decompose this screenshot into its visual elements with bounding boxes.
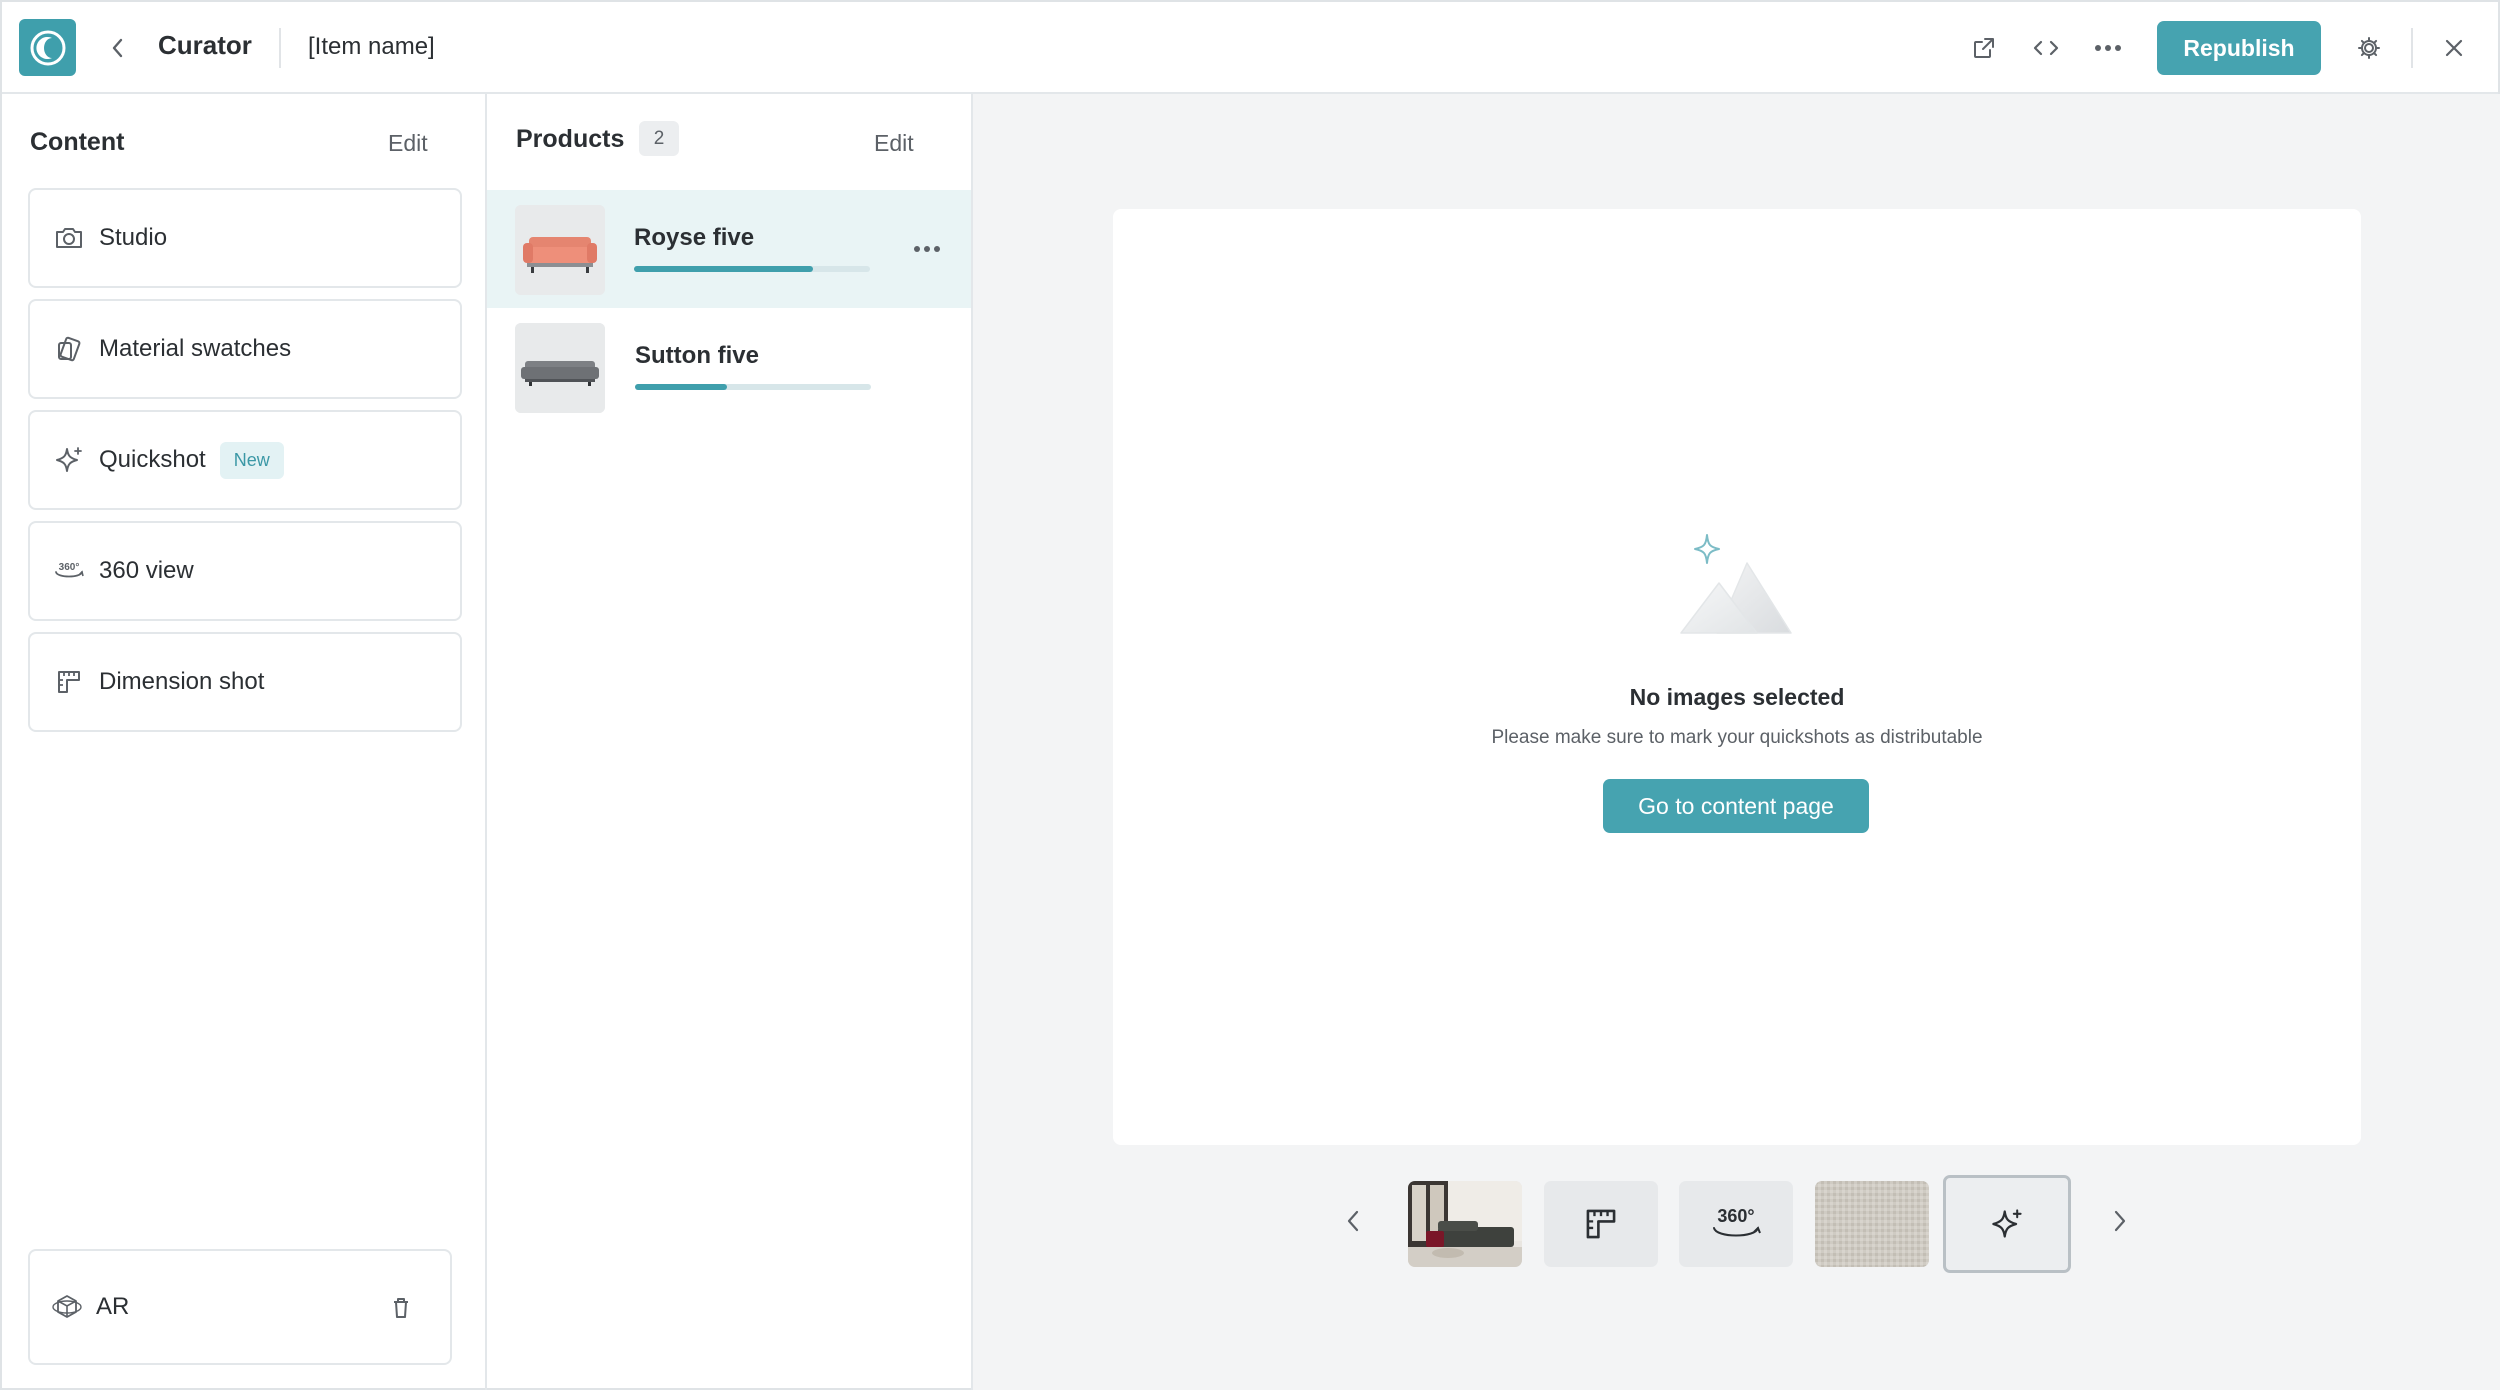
- strip-thumb-studio[interactable]: [1408, 1181, 1522, 1267]
- content-panel: Content Edit Studio Material swatches Qu…: [2, 94, 487, 1390]
- strip-thumb-dimension[interactable]: [1544, 1181, 1658, 1267]
- products-count-badge: 2: [639, 121, 679, 156]
- ruler-icon: [52, 665, 86, 699]
- content-edit-button[interactable]: Edit: [388, 130, 428, 157]
- strip-next-icon[interactable]: [2103, 1201, 2137, 1241]
- more-icon[interactable]: [2088, 28, 2128, 68]
- preview-area: No images selected Please make sure to m…: [973, 94, 2500, 1390]
- logo-icon[interactable]: [19, 19, 76, 76]
- product-progress-bar: [634, 266, 870, 272]
- back-icon[interactable]: [102, 28, 132, 68]
- sparkle-icon: [1992, 1209, 2022, 1238]
- trash-icon[interactable]: [386, 1291, 416, 1325]
- strip-thumb-360[interactable]: 360°: [1679, 1181, 1793, 1267]
- empty-image-illustration: [1677, 531, 1807, 646]
- 360-icon: 360°: [1706, 1204, 1766, 1244]
- app-window: Curator [Item name] Republish Content Ed…: [0, 0, 2500, 1390]
- content-item-360-view[interactable]: 360° 360 view: [28, 521, 462, 621]
- svg-text:360°: 360°: [59, 562, 80, 573]
- preview-card: No images selected Please make sure to m…: [1113, 209, 2361, 1145]
- content-item-quickshot[interactable]: Quickshot New: [28, 410, 462, 510]
- external-link-icon[interactable]: [1964, 28, 2004, 68]
- product-thumbnail: [515, 323, 605, 413]
- strip-thumb-material-swatch[interactable]: [1815, 1181, 1929, 1267]
- empty-state-title: No images selected: [1629, 684, 1845, 710]
- code-icon[interactable]: [2026, 28, 2066, 68]
- content-item-label: Material swatches: [99, 335, 292, 362]
- product-row-royse-five[interactable]: Royse five: [487, 190, 971, 308]
- product-thumbnail: [515, 205, 605, 295]
- content-item-label: Quickshot: [99, 446, 206, 473]
- product-row-sutton-five[interactable]: Sutton five: [487, 308, 971, 426]
- new-badge: New: [219, 441, 284, 479]
- content-item-material-swatches[interactable]: Material swatches: [28, 299, 462, 399]
- swatch-icon: [52, 332, 86, 366]
- more-icon[interactable]: [907, 234, 947, 264]
- empty-state-subtitle: Please make sure to mark your quickshots…: [1491, 727, 1983, 748]
- ruler-icon: [1586, 1209, 1616, 1239]
- header-divider: [2411, 28, 2413, 68]
- title-divider: [279, 28, 281, 68]
- top-bar: Curator [Item name] Republish: [2, 2, 2498, 94]
- app-title: Curator: [158, 30, 252, 60]
- product-name: Royse five: [634, 224, 755, 251]
- settings-icon[interactable]: [2349, 28, 2389, 68]
- content-item-dimension-shot[interactable]: Dimension shot: [28, 632, 462, 732]
- ar-icon: [50, 1290, 84, 1324]
- item-name[interactable]: [Item name]: [308, 33, 435, 61]
- content-item-ar[interactable]: AR: [28, 1249, 452, 1365]
- content-item-label: 360 view: [99, 557, 194, 584]
- go-to-content-page-button[interactable]: Go to content page: [1603, 779, 1869, 833]
- products-title: Products: [516, 125, 625, 153]
- product-name: Sutton five: [635, 342, 759, 369]
- products-edit-button[interactable]: Edit: [874, 130, 914, 157]
- strip-prev-icon[interactable]: [1336, 1201, 1370, 1241]
- content-item-label: Dimension shot: [99, 668, 265, 695]
- products-panel: Products 2 Edit Royse five Sutton five: [487, 94, 973, 1390]
- 360-icon: 360°: [52, 554, 86, 588]
- content-item-label: Studio: [99, 224, 168, 251]
- strip-thumb-quickshot[interactable]: [1943, 1175, 2071, 1273]
- camera-icon: [52, 221, 86, 255]
- content-item-studio[interactable]: Studio: [28, 188, 462, 288]
- ar-label: AR: [96, 1293, 130, 1320]
- product-progress-bar: [635, 384, 871, 390]
- republish-button[interactable]: Republish: [2157, 21, 2321, 75]
- content-title: Content: [30, 128, 125, 156]
- close-icon[interactable]: [2434, 28, 2474, 68]
- sparkle-icon: [52, 443, 86, 477]
